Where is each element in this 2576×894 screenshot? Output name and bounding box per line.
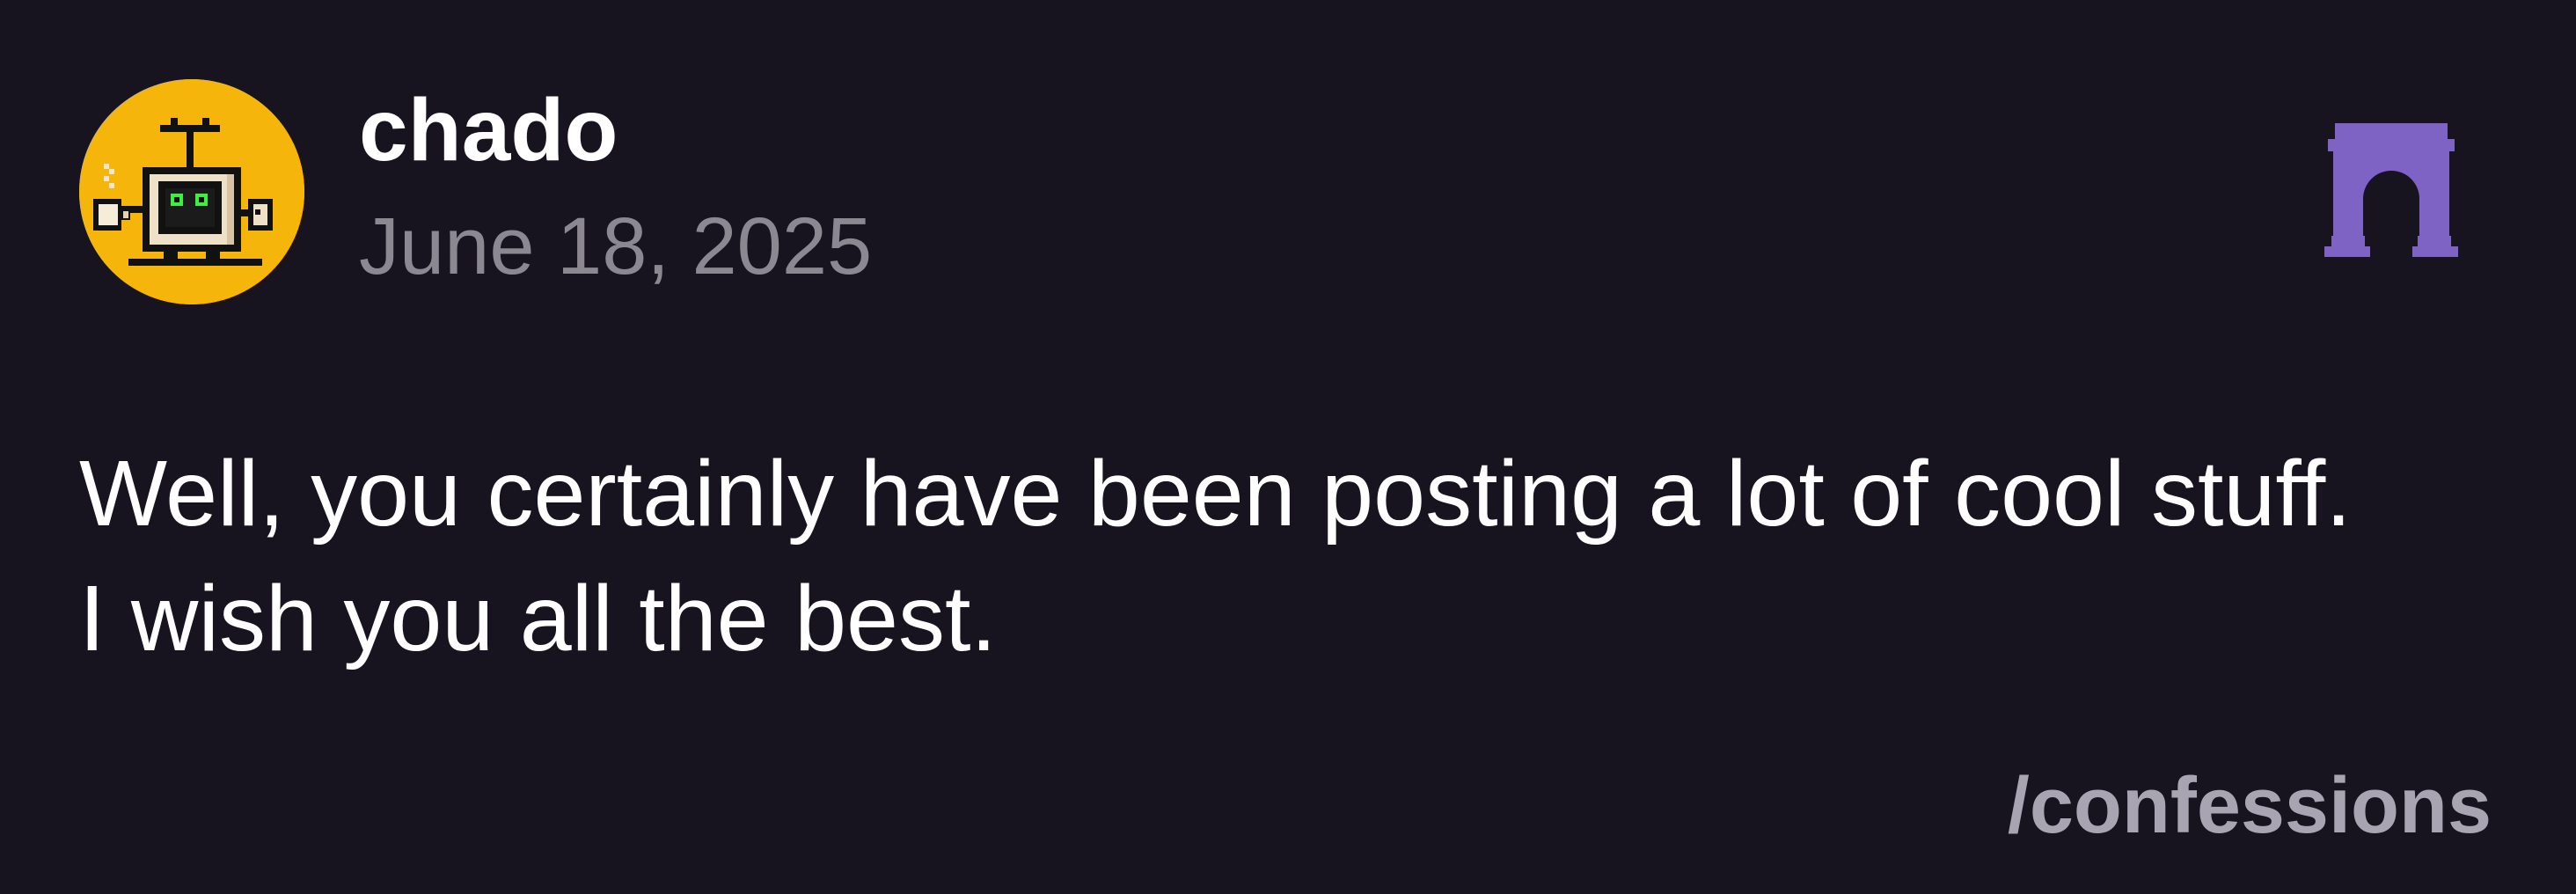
message-line: Well, you certainly have been posting a … (79, 442, 2352, 546)
channel-link[interactable]: /confessions (2008, 744, 2492, 868)
pixel-robot-avatar-icon (79, 79, 304, 304)
message-line: I wish you all the best. (79, 567, 997, 670)
post-message: Well, you certainly have been posting a … (79, 431, 2525, 681)
cast-card[interactable]: chado June 18, 2025 Well, you certainly … (0, 0, 2576, 894)
author-avatar[interactable] (79, 79, 304, 304)
post-date: June 18, 2025 (359, 202, 873, 291)
author-username[interactable]: chado (359, 69, 618, 192)
archway-icon[interactable] (2319, 123, 2463, 257)
